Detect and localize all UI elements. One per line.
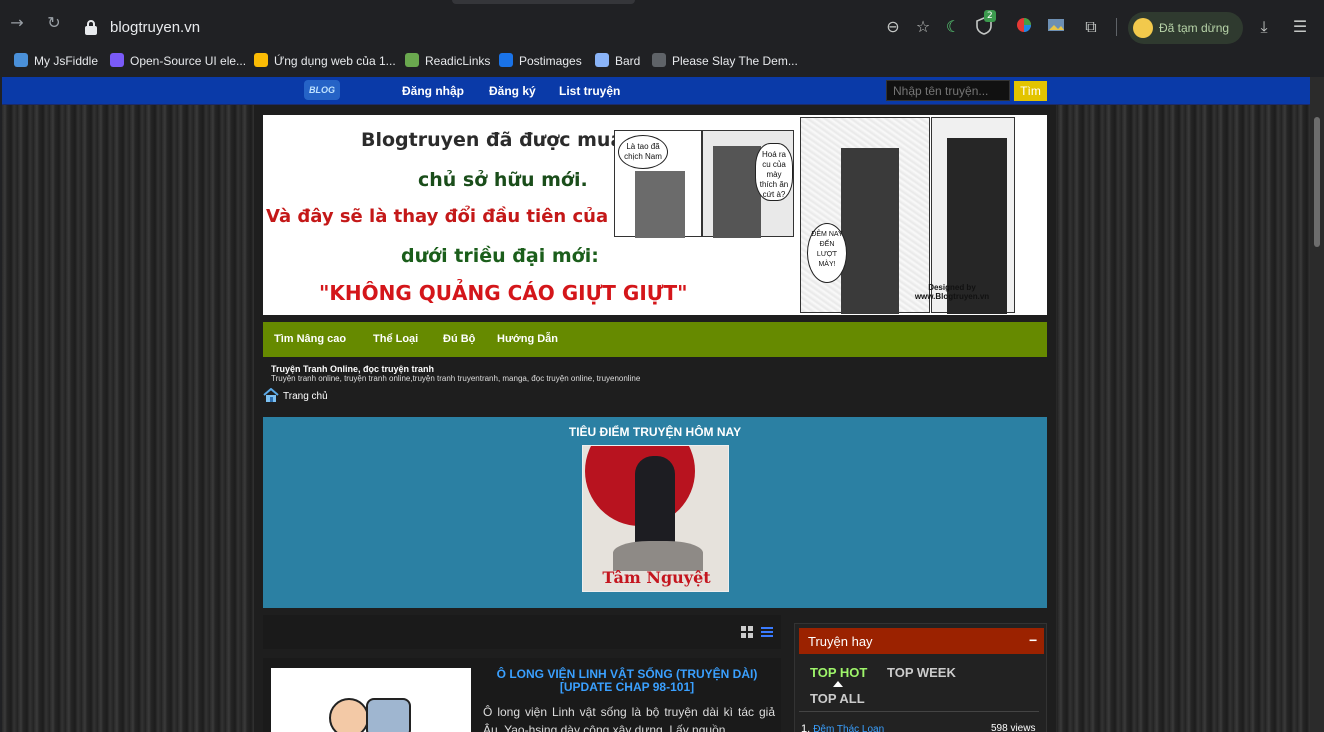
- banner-credit: Designed by www.Blogtruyen.vn: [914, 283, 990, 301]
- guide-link[interactable]: Hướng Dẫn: [497, 333, 558, 345]
- bookmark-web-apps[interactable]: Ứng dụng web của 1...: [254, 52, 396, 72]
- shield-extension-icon[interactable]: 2: [974, 10, 996, 37]
- bookmark-bard[interactable]: Bard: [595, 52, 640, 72]
- cloud-icon: [14, 53, 28, 67]
- main-content: Blogtruyen đã được mua bởi chủ sở hữu mớ…: [254, 105, 1056, 732]
- site-tagline-title: Truyện Tranh Online, đọc truyện tranh: [271, 364, 435, 374]
- character-head-shape: [329, 698, 369, 732]
- extensions-puzzle-icon[interactable]: ⧉: [1081, 17, 1101, 37]
- comic-panel-2: Hoá ra cu của mày thích ăn cứt à?: [702, 130, 794, 238]
- bookmark-ui-elements[interactable]: Open-Source UI ele...: [110, 52, 246, 72]
- register-link[interactable]: Đăng ký: [489, 84, 536, 98]
- color-picker-icon[interactable]: [1014, 17, 1034, 37]
- readic-icon: [405, 53, 419, 67]
- rock-shape: [613, 541, 703, 571]
- site-topbar: BLOG Đăng nhập Đăng ký List truyện Tìm: [2, 77, 1310, 105]
- zoom-out-icon[interactable]: ⊖: [883, 17, 903, 37]
- reload-icon[interactable]: ↻: [45, 14, 63, 32]
- banner-line-2: chủ sở hữu mới.: [418, 169, 588, 191]
- toolbar-divider: [1116, 18, 1117, 36]
- advanced-search-link[interactable]: Tìm Nâng cao: [274, 333, 346, 345]
- speech-bubble-3: ĐÊM NAY ĐẾN LƯỢT MÀY!: [807, 223, 847, 283]
- featured-section: TIÊU ĐIỂM TRUYỆN HÔM NAY Tâm Nguyệt: [263, 417, 1047, 608]
- menu-icon[interactable]: ☰: [1290, 17, 1310, 37]
- category-nav: Tìm Nâng cao Thể Loại Đú Bộ Hướng Dẫn: [263, 322, 1047, 357]
- m-logo-icon: [652, 53, 666, 67]
- genres-link[interactable]: Thể Loại: [373, 333, 418, 345]
- bookmark-readiclinks[interactable]: ReadicLinks: [405, 52, 490, 72]
- comic-panel-4: Designed by www.Blogtruyen.vn: [915, 117, 1015, 314]
- breadcrumb-home-link[interactable]: Trang chủ: [283, 391, 328, 402]
- character-body-shape: [366, 698, 411, 732]
- url-text[interactable]: blogtruyen.vn: [110, 19, 200, 36]
- forward-icon[interactable]: →: [8, 14, 26, 32]
- home-icon: [263, 388, 279, 402]
- list-stories-link[interactable]: List truyện: [559, 84, 620, 98]
- ui-logo-icon: [110, 53, 124, 67]
- active-tab-edge: [452, 0, 635, 4]
- page-scrollbar[interactable]: [1310, 77, 1324, 732]
- tab-top-week[interactable]: TOP WEEK: [887, 665, 956, 680]
- list-view-icon[interactable]: [761, 626, 773, 638]
- speech-bubble-2: Hoá ra cu của mày thích ăn cứt à?: [755, 143, 793, 201]
- site-logo[interactable]: BLOG: [304, 80, 340, 100]
- bookmark-jsfiddle[interactable]: My JsFiddle: [14, 52, 98, 72]
- scrollbar-thumb[interactable]: [1314, 117, 1320, 247]
- profile-avatar-icon: [1133, 18, 1153, 38]
- widget-title: Truyện hay: [808, 634, 873, 649]
- featured-cover[interactable]: Tâm Nguyệt: [582, 445, 729, 592]
- speech-bubble-1: Là tao đã chịch Nam: [618, 135, 668, 169]
- story-search-input[interactable]: [886, 80, 1010, 101]
- bookmark-slay-the-demon[interactable]: Please Slay The Dem...: [652, 52, 798, 72]
- google-dots-icon: [254, 53, 268, 67]
- active-tab-caret-icon: [833, 681, 843, 687]
- story-list-header: [263, 615, 781, 649]
- top-list-item: 1. Đêm Thác Loạn: [801, 723, 884, 732]
- profile-paused-button[interactable]: Đã tạm dừng: [1128, 12, 1243, 44]
- page-viewport: BLOG Đăng nhập Đăng ký List truyện Tìm B…: [2, 77, 1310, 732]
- extension-badge: 2: [984, 10, 996, 22]
- collapse-icon[interactable]: −: [1029, 632, 1037, 648]
- address-bar[interactable]: blogtruyen.vn: [76, 11, 1120, 45]
- rank-number: 1.: [801, 723, 811, 732]
- banner-line-4: dưới triều đại mới:: [401, 245, 599, 267]
- comic-panel-1: Là tao đã chịch Nam: [614, 130, 702, 238]
- sparkle-icon: [595, 53, 609, 67]
- grid-view-icon[interactable]: [741, 626, 753, 638]
- top-story-link[interactable]: Đêm Thác Loạn: [813, 724, 884, 732]
- breadcrumb: Trang chủ: [263, 388, 328, 402]
- login-link[interactable]: Đăng nhập: [402, 84, 464, 98]
- story-thumbnail[interactable]: [271, 668, 471, 732]
- bookmark-postimages[interactable]: Postimages: [499, 52, 582, 72]
- tab-top-all[interactable]: TOP ALL: [810, 691, 865, 706]
- follow-series-link[interactable]: Đú Bộ: [443, 333, 475, 345]
- featured-title: TIÊU ĐIỂM TRUYỆN HÔM NAY: [568, 425, 742, 439]
- cover-title-text: Tâm Nguyệt: [602, 568, 711, 587]
- browser-toolbar: → ↻ blogtruyen.vn ⊖ ☆ ☾ 2 ⧉ Đã tạm dừng …: [0, 0, 1324, 44]
- lock-icon: [85, 20, 97, 35]
- story-item: Ô LONG VIỆN LINH VẬT SỐNG (TRUYỆN DÀI) […: [263, 658, 781, 732]
- bookmark-star-icon[interactable]: ☆: [913, 17, 933, 37]
- banner-line-5: "KHÔNG QUẢNG CÁO GIỰT GIỰT": [319, 281, 688, 305]
- story-title-link[interactable]: Ô LONG VIỆN LINH VẬT SỐNG (TRUYỆN DÀI) […: [481, 668, 773, 694]
- widget-header: Truyện hay −: [799, 628, 1044, 654]
- image-extension-icon[interactable]: [1046, 17, 1066, 37]
- profile-status-label: Đã tạm dừng: [1159, 21, 1230, 35]
- view-count: 598 views: [991, 723, 1036, 732]
- postimages-icon: [499, 53, 513, 67]
- bookmarks-bar: My JsFiddle Open-Source UI ele... Ứng dụ…: [0, 48, 1324, 74]
- story-description: Ô long viện Linh vật sống là bộ truyện d…: [483, 705, 775, 732]
- widget-divider: [799, 711, 1039, 712]
- dark-mode-icon[interactable]: ☾: [943, 17, 963, 37]
- top-stories-widget: Truyện hay − TOP HOT TOP WEEK TOP ALL 1.…: [794, 623, 1047, 732]
- site-tagline-body: Truyện tranh online, truyện tranh online…: [271, 374, 641, 383]
- announcement-banner: Blogtruyen đã được mua bởi chủ sở hữu mớ…: [263, 115, 1047, 315]
- tab-top-hot[interactable]: TOP HOT: [810, 665, 867, 680]
- download-icon[interactable]: ⤓: [1254, 17, 1274, 37]
- search-button[interactable]: Tìm: [1014, 81, 1047, 101]
